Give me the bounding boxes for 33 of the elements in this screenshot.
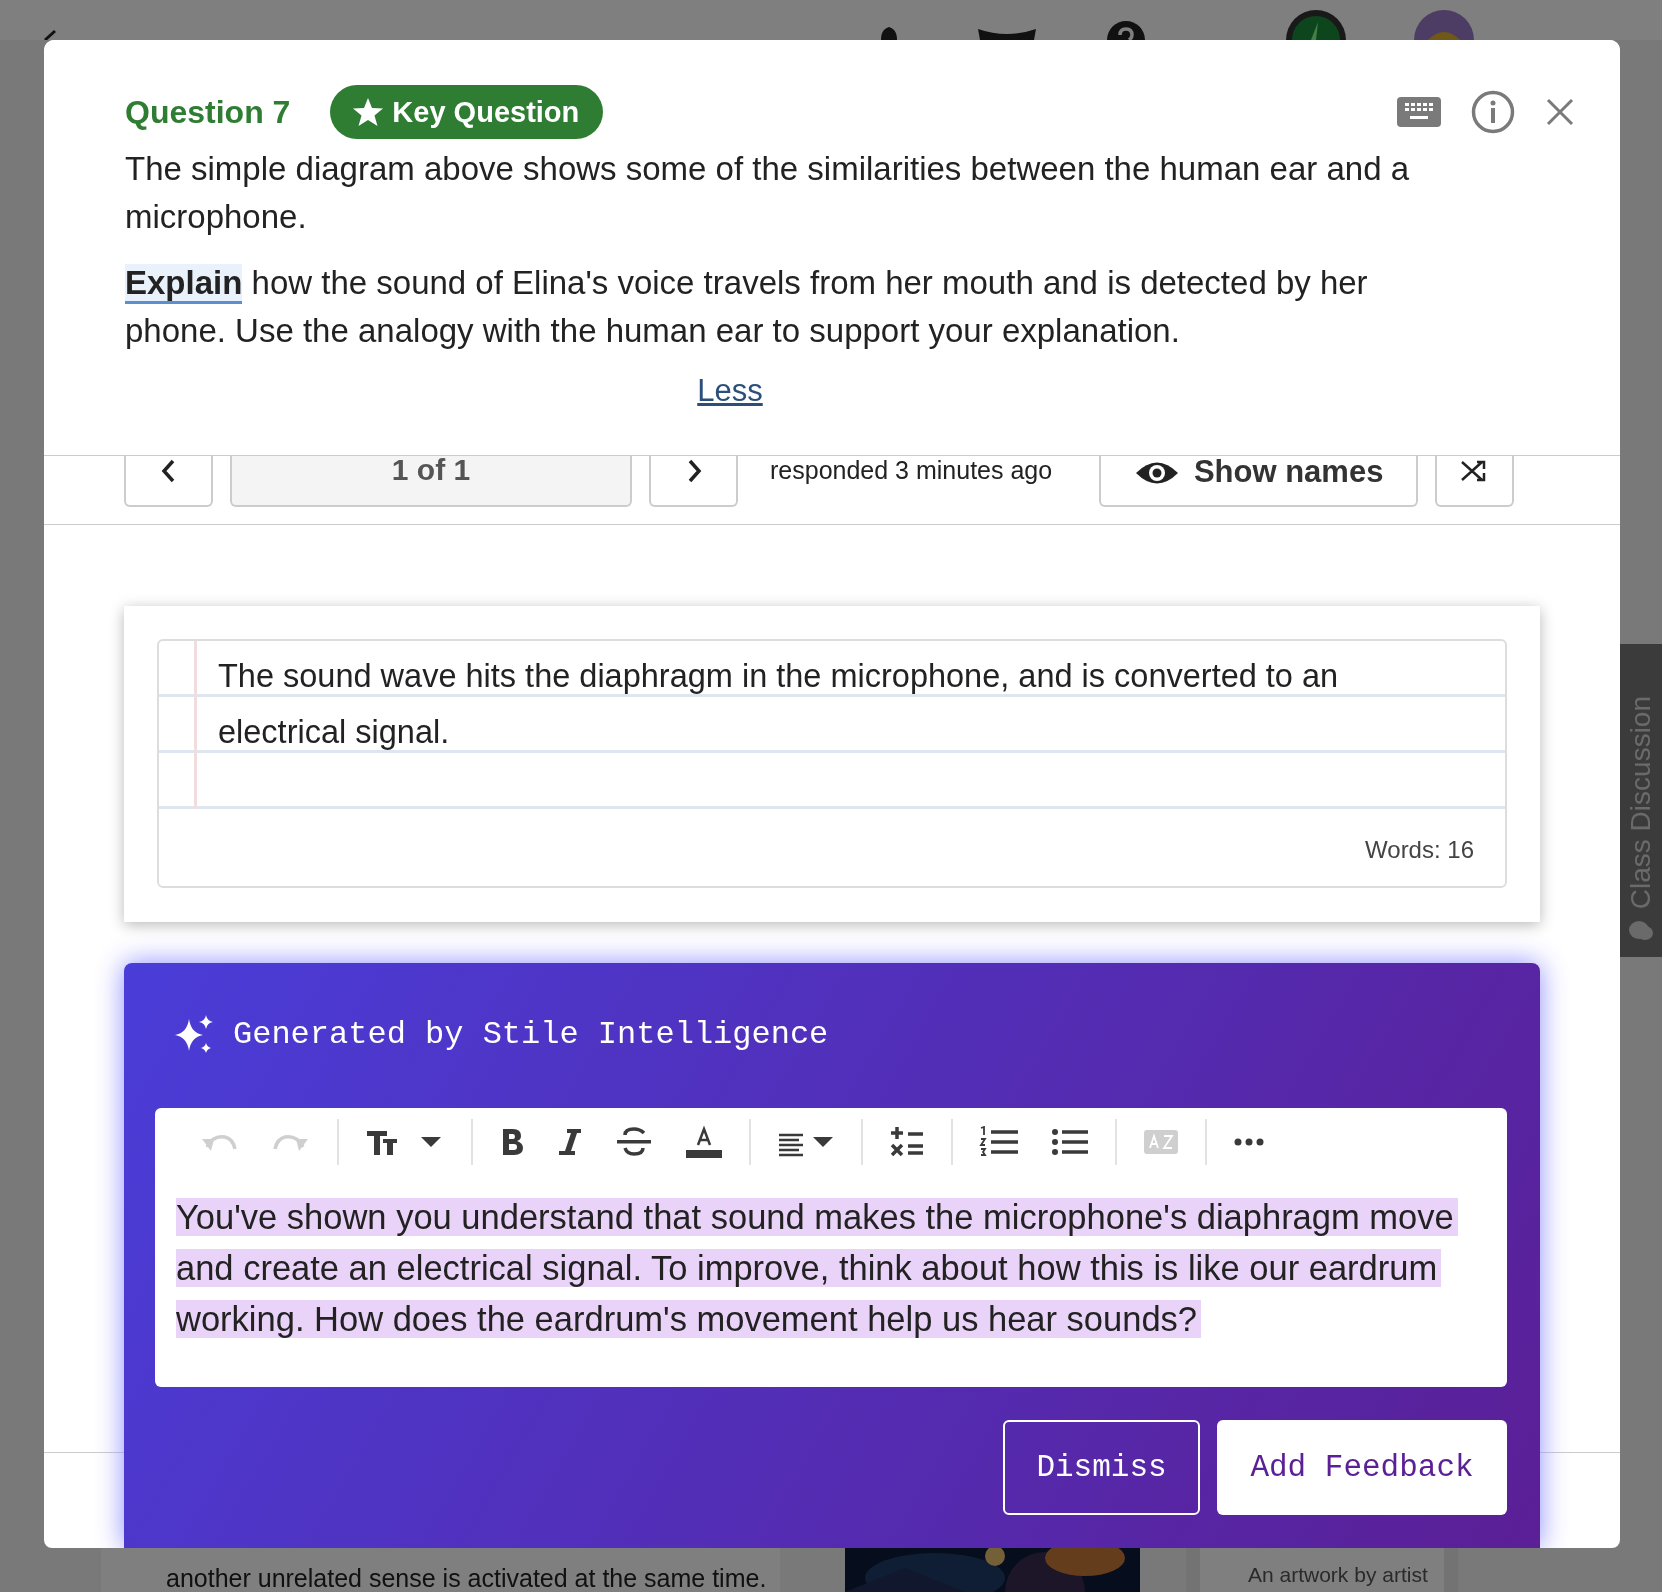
card-text: another unrelated sense is activated at the same time. (166, 1564, 767, 1592)
strikethrough-icon[interactable] (615, 1126, 653, 1158)
more-icon[interactable] (1233, 1137, 1265, 1147)
next-button[interactable] (649, 456, 738, 507)
panel-title: Generated by Stile Intelligence (233, 1015, 829, 1053)
key-question-badge: Key Question (330, 85, 604, 139)
response-field[interactable]: The sound wave hits the diaphragm in the microphone, and is converted to an electrical signal. Words: 16 (157, 639, 1507, 888)
avatar-icon[interactable] (1414, 10, 1474, 40)
bullet-list-icon[interactable] (1051, 1126, 1089, 1158)
word-count: Words: 16 (1365, 836, 1474, 864)
previous-button[interactable] (124, 456, 213, 507)
show-names-button[interactable]: Show names (1099, 456, 1419, 507)
close-icon[interactable] (1545, 97, 1575, 127)
star-icon (352, 97, 385, 127)
less-link[interactable]: Less (697, 373, 763, 408)
keyboard-icon[interactable] (1397, 97, 1441, 127)
question-text: The simple diagram above shows some of the similarities between the human ear and a microphone. (125, 149, 1410, 237)
formula-icon[interactable] (889, 1126, 925, 1158)
font-color-icon[interactable] (685, 1125, 723, 1159)
add-feedback-button[interactable]: Add Feedback (1217, 1420, 1507, 1515)
question-instruction: Explain how the sound of Elina's voice travels from her mouth and is detected by her phone. Use the analogy with the human ear to support your explanation. (125, 263, 1369, 351)
caption-text: An artwork by artist (1248, 1562, 1429, 1588)
italic-icon[interactable] (557, 1127, 583, 1157)
response-text: The sound wave hits the diaphragm in the microphone, and is converted to an electrical signal. (217, 657, 1340, 752)
chat-icon (1628, 919, 1654, 943)
shuffle-button[interactable] (1435, 456, 1515, 507)
response-counter: 1 of 1 (230, 456, 632, 507)
response-status: responded 3 minutes ago (770, 456, 1053, 484)
dismiss-button[interactable]: Dismiss (1003, 1420, 1200, 1515)
info-icon[interactable] (1471, 90, 1515, 134)
question-title: Question 7 (125, 93, 291, 131)
ordered-list-icon[interactable] (979, 1126, 1019, 1158)
timer-icon[interactable] (1284, 8, 1348, 40)
